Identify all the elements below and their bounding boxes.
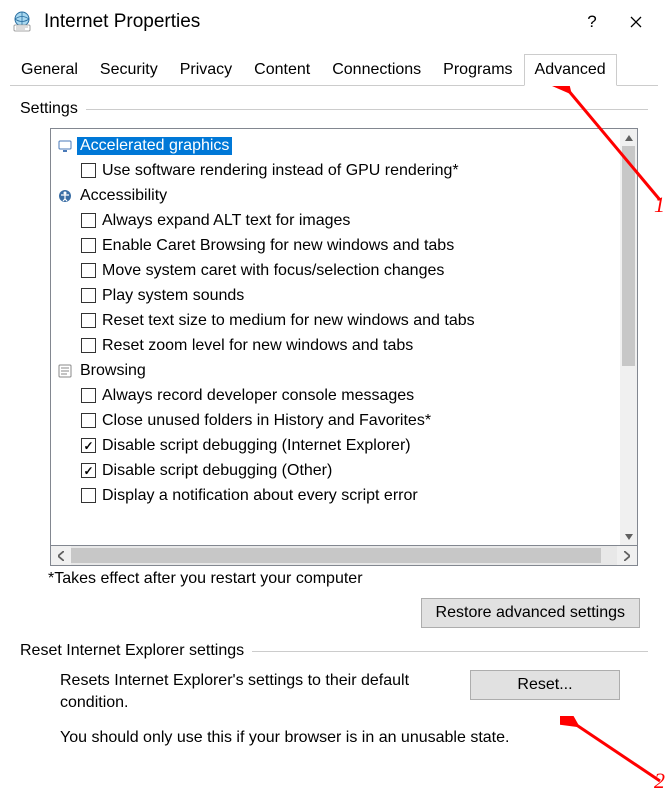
settings-group: Settings Accelerated graphics Use softwar… — [20, 100, 648, 566]
tree-item[interactable]: Use software rendering instead of GPU re… — [53, 158, 618, 183]
checkbox[interactable] — [81, 413, 96, 428]
checkbox[interactable] — [81, 313, 96, 328]
scroll-down-icon[interactable] — [620, 528, 637, 545]
tree-item[interactable]: Enable Caret Browsing for new windows an… — [53, 233, 618, 258]
settings-group-label: Settings — [20, 100, 78, 118]
reset-button[interactable]: Reset... — [470, 670, 620, 700]
divider — [86, 109, 648, 110]
scroll-track[interactable] — [620, 146, 637, 528]
tree-item[interactable]: Display a notification about every scrip… — [53, 483, 618, 508]
tree-item-label: Always expand ALT text for images — [102, 212, 350, 230]
checkbox[interactable] — [81, 463, 96, 478]
tree-item[interactable]: Move system caret with focus/selection c… — [53, 258, 618, 283]
tree-item[interactable]: Close unused folders in History and Favo… — [53, 408, 618, 433]
checkbox[interactable] — [81, 163, 96, 178]
reset-warning: You should only use this if your browser… — [60, 729, 620, 747]
tree-group-label: Browsing — [77, 362, 149, 380]
tree-group[interactable]: Browsing — [53, 358, 618, 383]
annotation-label-1: 1 — [654, 192, 665, 218]
window-title: Internet Properties — [44, 11, 570, 33]
tab-bar: GeneralSecurityPrivacyContentConnections… — [10, 54, 658, 86]
tree-item-label: Use software rendering instead of GPU re… — [102, 162, 459, 180]
tree-content: Accelerated graphics Use software renderi… — [51, 129, 620, 545]
vertical-scrollbar[interactable] — [620, 129, 637, 545]
tree-group-label: Accelerated graphics — [77, 137, 232, 155]
internet-options-icon — [10, 10, 34, 34]
scroll-up-icon[interactable] — [620, 129, 637, 146]
checkbox[interactable] — [81, 288, 96, 303]
checkbox[interactable] — [81, 238, 96, 253]
tab-programs[interactable]: Programs — [432, 54, 523, 85]
tree-group-label: Accessibility — [77, 187, 170, 205]
divider — [252, 651, 648, 652]
hscroll-track[interactable] — [71, 546, 617, 565]
checkbox[interactable] — [81, 438, 96, 453]
tree-item-label: Enable Caret Browsing for new windows an… — [102, 237, 454, 255]
reset-description: Resets Internet Explorer's settings to t… — [60, 670, 450, 715]
help-button[interactable]: ? — [570, 7, 614, 37]
tree-group[interactable]: Accessibility — [53, 183, 618, 208]
tree-item-label: Display a notification about every scrip… — [102, 487, 418, 505]
checkbox[interactable] — [81, 338, 96, 353]
hscroll-thumb[interactable] — [71, 548, 601, 563]
tree-item-label: Play system sounds — [102, 287, 244, 305]
tree-item-label: Close unused folders in History and Favo… — [102, 412, 431, 430]
reset-group-label: Reset Internet Explorer settings — [20, 642, 244, 660]
tab-content[interactable]: Content — [243, 54, 321, 85]
accessibility-icon — [57, 188, 73, 204]
checkbox[interactable] — [81, 488, 96, 503]
tab-privacy[interactable]: Privacy — [169, 54, 243, 85]
display-icon — [57, 138, 73, 154]
settings-tree[interactable]: Accelerated graphics Use software renderi… — [50, 128, 638, 546]
tree-item-label: Reset text size to medium for new window… — [102, 312, 475, 330]
tab-security[interactable]: Security — [89, 54, 169, 85]
tree-item[interactable]: Always expand ALT text for images — [53, 208, 618, 233]
tree-item-label: Disable script debugging (Internet Explo… — [102, 437, 411, 455]
tree-item-label: Always record developer console messages — [102, 387, 414, 405]
tree-item-label: Disable script debugging (Other) — [102, 462, 332, 480]
restart-note: *Takes effect after you restart your com… — [48, 570, 658, 588]
tab-connections[interactable]: Connections — [321, 54, 432, 85]
tree-item[interactable]: Disable script debugging (Other) — [53, 458, 618, 483]
reset-group: Reset Internet Explorer settings Resets … — [20, 642, 648, 747]
tree-item[interactable]: Reset text size to medium for new window… — [53, 308, 618, 333]
checkbox[interactable] — [81, 388, 96, 403]
scroll-thumb[interactable] — [622, 146, 635, 366]
restore-advanced-button[interactable]: Restore advanced settings — [421, 598, 640, 628]
tree-item[interactable]: Play system sounds — [53, 283, 618, 308]
tab-advanced[interactable]: Advanced — [524, 54, 617, 86]
annotation-label-2: 2 — [654, 768, 665, 794]
scroll-left-icon[interactable] — [51, 546, 71, 565]
tree-item-label: Reset zoom level for new windows and tab… — [102, 337, 413, 355]
horizontal-scrollbar[interactable] — [50, 546, 638, 566]
checkbox[interactable] — [81, 213, 96, 228]
tree-item[interactable]: Always record developer console messages — [53, 383, 618, 408]
tree-item[interactable]: Disable script debugging (Internet Explo… — [53, 433, 618, 458]
tab-general[interactable]: General — [10, 54, 89, 85]
checkbox[interactable] — [81, 263, 96, 278]
scroll-right-icon[interactable] — [617, 546, 637, 565]
tree-item-label: Move system caret with focus/selection c… — [102, 262, 444, 280]
close-button[interactable] — [614, 7, 658, 37]
tree-group[interactable]: Accelerated graphics — [53, 133, 618, 158]
browsing-icon — [57, 363, 73, 379]
titlebar: Internet Properties ? — [0, 0, 668, 44]
tree-item[interactable]: Reset zoom level for new windows and tab… — [53, 333, 618, 358]
